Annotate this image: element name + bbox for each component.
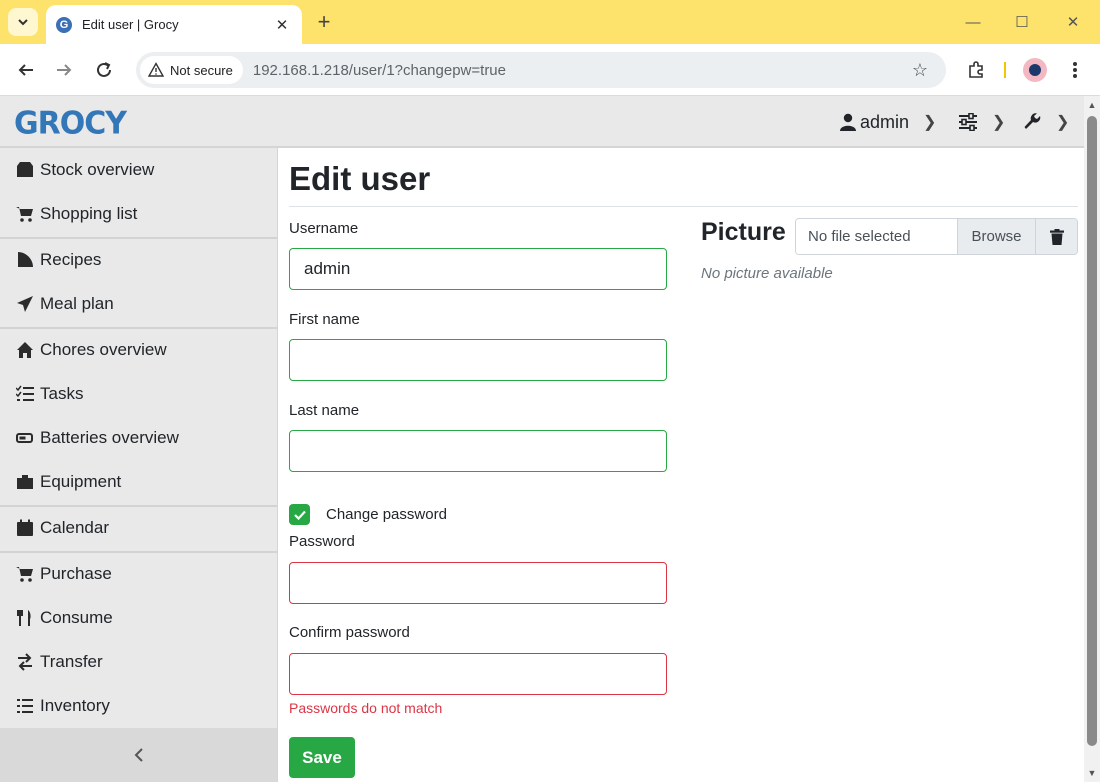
grocy-favicon-icon: G bbox=[56, 16, 72, 33]
no-picture-text: No picture available bbox=[701, 265, 833, 282]
password-label: Password bbox=[289, 533, 355, 550]
change-password-label[interactable]: Change password bbox=[326, 506, 447, 523]
sidebar-item-purchase[interactable]: Purchase bbox=[0, 552, 277, 596]
page-scrollbar[interactable]: ▲ ▼ bbox=[1084, 96, 1100, 782]
browse-button[interactable]: Browse bbox=[957, 219, 1035, 254]
scroll-down-arrow-icon[interactable]: ▼ bbox=[1087, 768, 1097, 778]
sidebar-collapse-button[interactable] bbox=[0, 728, 277, 782]
checkmark-icon bbox=[293, 510, 306, 520]
sliders-icon bbox=[959, 113, 977, 131]
chevron-left-icon bbox=[134, 748, 143, 762]
minimize-button[interactable]: — bbox=[960, 10, 986, 34]
box-icon bbox=[17, 162, 33, 177]
sidebar-item-shopping-list[interactable]: Shopping list bbox=[0, 192, 277, 236]
scroll-up-arrow-icon[interactable]: ▲ bbox=[1087, 100, 1097, 110]
maximize-button[interactable]: ☐ bbox=[1009, 10, 1035, 34]
sidebar-item-recipes[interactable]: Recipes bbox=[0, 238, 277, 282]
settings-menu[interactable]: ❯ bbox=[958, 110, 1005, 134]
picture-file-input[interactable]: No file selected Browse bbox=[795, 218, 1078, 255]
cart-plus-icon bbox=[16, 567, 33, 582]
forward-arrow-icon[interactable] bbox=[50, 56, 78, 84]
reload-icon[interactable] bbox=[90, 56, 118, 84]
lastname-label: Last name bbox=[289, 402, 360, 419]
sidebar: Stock overview Shopping list Recipes Mea… bbox=[0, 148, 278, 782]
toolbar-divider bbox=[1004, 62, 1006, 78]
chevron-right-icon: ❯ bbox=[1056, 114, 1070, 131]
app-header: GROCY admin ❯ ❯ ❯ bbox=[0, 96, 1084, 148]
extensions-puzzle-icon[interactable] bbox=[962, 56, 990, 84]
bookmark-star-icon[interactable]: ☆ bbox=[908, 60, 932, 81]
change-password-checkbox[interactable] bbox=[289, 504, 310, 525]
browser-tab-strip: G Edit user | Grocy ✕ + — ☐ ✕ bbox=[0, 0, 1100, 44]
title-divider bbox=[289, 206, 1078, 207]
wrench-icon bbox=[1024, 113, 1041, 129]
delete-picture-button[interactable] bbox=[1035, 219, 1077, 254]
username-label: Username bbox=[289, 220, 359, 237]
new-tab-button[interactable]: + bbox=[312, 9, 336, 34]
firstname-label: First name bbox=[289, 311, 360, 328]
firstname-input[interactable] bbox=[289, 339, 667, 381]
tab-title: Edit user | Grocy bbox=[82, 17, 179, 32]
sidebar-item-consume[interactable]: Consume bbox=[0, 596, 277, 640]
user-menu[interactable]: admin ❯ bbox=[840, 110, 936, 134]
trash-icon bbox=[1049, 228, 1064, 245]
chevron-right-icon: ❯ bbox=[992, 114, 1006, 131]
battery-icon bbox=[16, 433, 33, 443]
profile-avatar[interactable] bbox=[1023, 58, 1047, 82]
sidebar-item-batteries-overview[interactable]: Batteries overview bbox=[0, 416, 277, 460]
browser-toolbar: Not secure 192.168.1.218/user/1?changepw… bbox=[0, 44, 1100, 96]
username-input[interactable] bbox=[289, 248, 667, 290]
window-close-button[interactable]: ✕ bbox=[1060, 10, 1086, 34]
tab-search-button[interactable] bbox=[8, 8, 38, 36]
lastname-input[interactable] bbox=[289, 430, 667, 472]
sidebar-item-stock-overview[interactable]: Stock overview bbox=[0, 148, 277, 192]
grocy-logo[interactable]: GROCY bbox=[14, 105, 127, 142]
paper-plane-icon bbox=[17, 296, 33, 312]
toolbox-icon bbox=[17, 475, 33, 489]
warning-triangle-icon bbox=[148, 62, 164, 77]
grocy-app: GROCY admin ❯ ❯ ❯ Stock overview Shoppin… bbox=[0, 96, 1084, 782]
sidebar-item-meal-plan[interactable]: Meal plan bbox=[0, 282, 277, 326]
scrollbar-thumb[interactable] bbox=[1087, 116, 1097, 746]
tab-close-icon[interactable]: ✕ bbox=[272, 15, 292, 35]
page-title: Edit user bbox=[289, 160, 431, 197]
confirm-password-input[interactable] bbox=[289, 653, 667, 695]
list-icon bbox=[17, 699, 33, 713]
pizza-slice-icon bbox=[18, 252, 33, 267]
sidebar-item-inventory[interactable]: Inventory bbox=[0, 684, 277, 728]
sidebar-item-tasks[interactable]: Tasks bbox=[0, 372, 277, 416]
checklist-icon bbox=[16, 385, 34, 401]
back-arrow-icon[interactable] bbox=[12, 56, 40, 84]
tools-menu[interactable]: ❯ bbox=[1024, 110, 1069, 134]
picture-title: Picture bbox=[701, 218, 786, 246]
url-text: 192.168.1.218/user/1?changepw=true bbox=[252, 61, 506, 79]
address-bar[interactable]: Not secure 192.168.1.218/user/1?changepw… bbox=[136, 52, 946, 88]
chevron-down-icon bbox=[18, 19, 28, 26]
calendar-icon bbox=[17, 519, 33, 536]
user-icon bbox=[840, 113, 856, 131]
sidebar-item-chores-overview[interactable]: Chores overview bbox=[0, 328, 277, 372]
password-mismatch-error: Passwords do not match bbox=[289, 700, 443, 716]
file-name-display[interactable]: No file selected bbox=[796, 219, 957, 254]
sidebar-item-transfer[interactable]: Transfer bbox=[0, 640, 277, 684]
browser-tab-active[interactable]: G Edit user | Grocy ✕ bbox=[46, 5, 302, 44]
sidebar-item-equipment[interactable]: Equipment bbox=[0, 460, 277, 504]
kebab-menu-icon[interactable] bbox=[1061, 56, 1089, 84]
sidebar-item-calendar[interactable]: Calendar bbox=[0, 506, 277, 550]
security-label: Not secure bbox=[170, 62, 233, 78]
site-info-chip[interactable]: Not secure bbox=[140, 56, 243, 84]
save-button[interactable]: Save bbox=[289, 737, 355, 778]
exchange-icon bbox=[18, 653, 32, 671]
password-input[interactable] bbox=[289, 562, 667, 604]
home-icon bbox=[17, 342, 33, 358]
cart-icon bbox=[16, 207, 33, 222]
utensils-icon bbox=[17, 610, 31, 626]
chevron-right-icon: ❯ bbox=[923, 114, 937, 131]
confirm-password-label: Confirm password bbox=[289, 624, 410, 641]
user-name: admin bbox=[860, 111, 910, 132]
